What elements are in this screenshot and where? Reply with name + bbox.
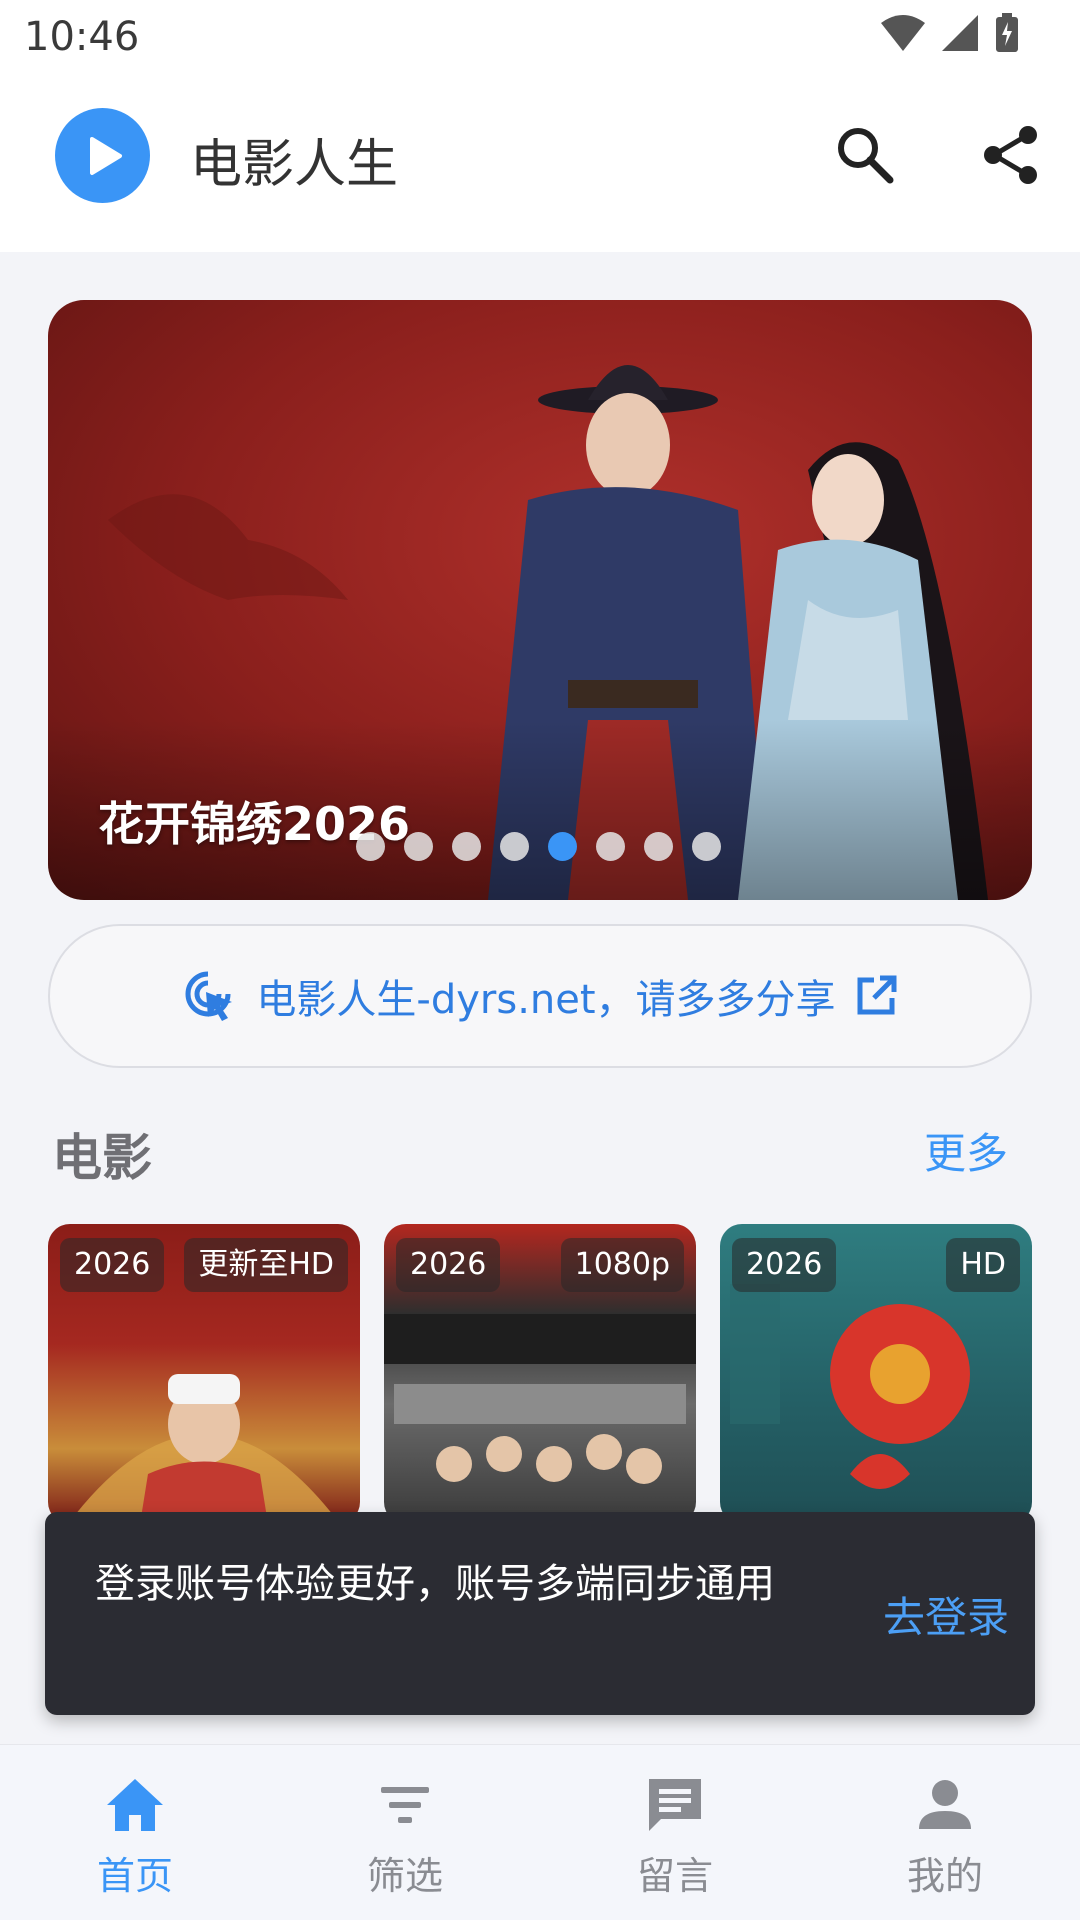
nav-item-home[interactable]: 首页 (0, 1745, 270, 1920)
signal-icon (942, 15, 978, 51)
app-logo (55, 108, 150, 203)
message-icon (649, 1779, 701, 1831)
quality-badge: HD (946, 1238, 1020, 1292)
carousel-dot[interactable] (692, 832, 721, 861)
search-icon[interactable] (832, 122, 898, 188)
quality-badge: 更新至HD (184, 1238, 348, 1292)
carousel-dot[interactable] (356, 832, 385, 861)
carousel-dot[interactable] (452, 832, 481, 861)
wifi-icon (881, 15, 925, 51)
nav-item-filter[interactable]: 筛选 (270, 1745, 540, 1920)
share-icon[interactable] (978, 122, 1044, 188)
status-bar: 10:46 (0, 0, 1080, 76)
home-icon (107, 1779, 163, 1831)
movie-card[interactable]: 2026 1080p (384, 1224, 696, 1524)
nav-label: 筛选 (366, 1854, 443, 1898)
carousel-dot[interactable] (404, 832, 433, 861)
battery-charging-icon (996, 13, 1018, 52)
nav-item-messages[interactable]: 留言 (540, 1745, 810, 1920)
share-link-button[interactable]: 电影人生-dyrs.net，请多多分享 (48, 924, 1032, 1068)
nav-label: 首页 (96, 1854, 173, 1898)
nav-label: 我的 (906, 1854, 983, 1898)
login-snackbar: 登录账号体验更好，账号多端同步通用 去登录 (45, 1512, 1035, 1715)
bottom-nav: 首页 筛选 留言 我的 (0, 1744, 1080, 1920)
movie-card[interactable]: 2026 更新至HD (48, 1224, 360, 1524)
carousel-dot[interactable] (500, 832, 529, 861)
quality-badge: 1080p (560, 1238, 684, 1292)
status-icons (880, 12, 1020, 54)
open-external-icon (857, 975, 897, 1015)
status-time: 10:46 (24, 14, 140, 60)
section-title-movies: 电影 (52, 1129, 152, 1187)
more-link[interactable]: 更多 (924, 1120, 1008, 1181)
year-badge: 2026 (396, 1238, 501, 1292)
play-icon (89, 136, 122, 175)
share-pill-text: 电影人生-dyrs.net，请多多分享 (256, 977, 836, 1023)
carousel-dots (356, 832, 721, 861)
banner-carousel[interactable]: 花开锦绣2026 (48, 300, 1032, 900)
click-cursor-icon (185, 971, 233, 1021)
login-button[interactable]: 去登录 (883, 1584, 1009, 1645)
snackbar-message: 登录账号体验更好，账号多端同步通用 (95, 1561, 775, 1607)
carousel-dot[interactable] (596, 832, 625, 861)
app-title: 电影人生 (190, 135, 399, 195)
carousel-dot[interactable] (644, 832, 673, 861)
home-screen: 10:46 电影人生 花开锦绣2026 电影人生-dyrs.net，请多多分享 … (0, 0, 1080, 1920)
nav-item-profile[interactable]: 我的 (810, 1745, 1080, 1920)
nav-label: 留言 (636, 1854, 713, 1898)
movie-card[interactable]: 2026 HD (720, 1224, 1032, 1524)
carousel-dot-active[interactable] (548, 832, 577, 861)
year-badge: 2026 (732, 1238, 837, 1292)
person-icon (919, 1780, 971, 1829)
filter-icon (381, 1787, 429, 1823)
app-bar: 电影人生 (0, 76, 1080, 252)
year-badge: 2026 (60, 1238, 165, 1292)
